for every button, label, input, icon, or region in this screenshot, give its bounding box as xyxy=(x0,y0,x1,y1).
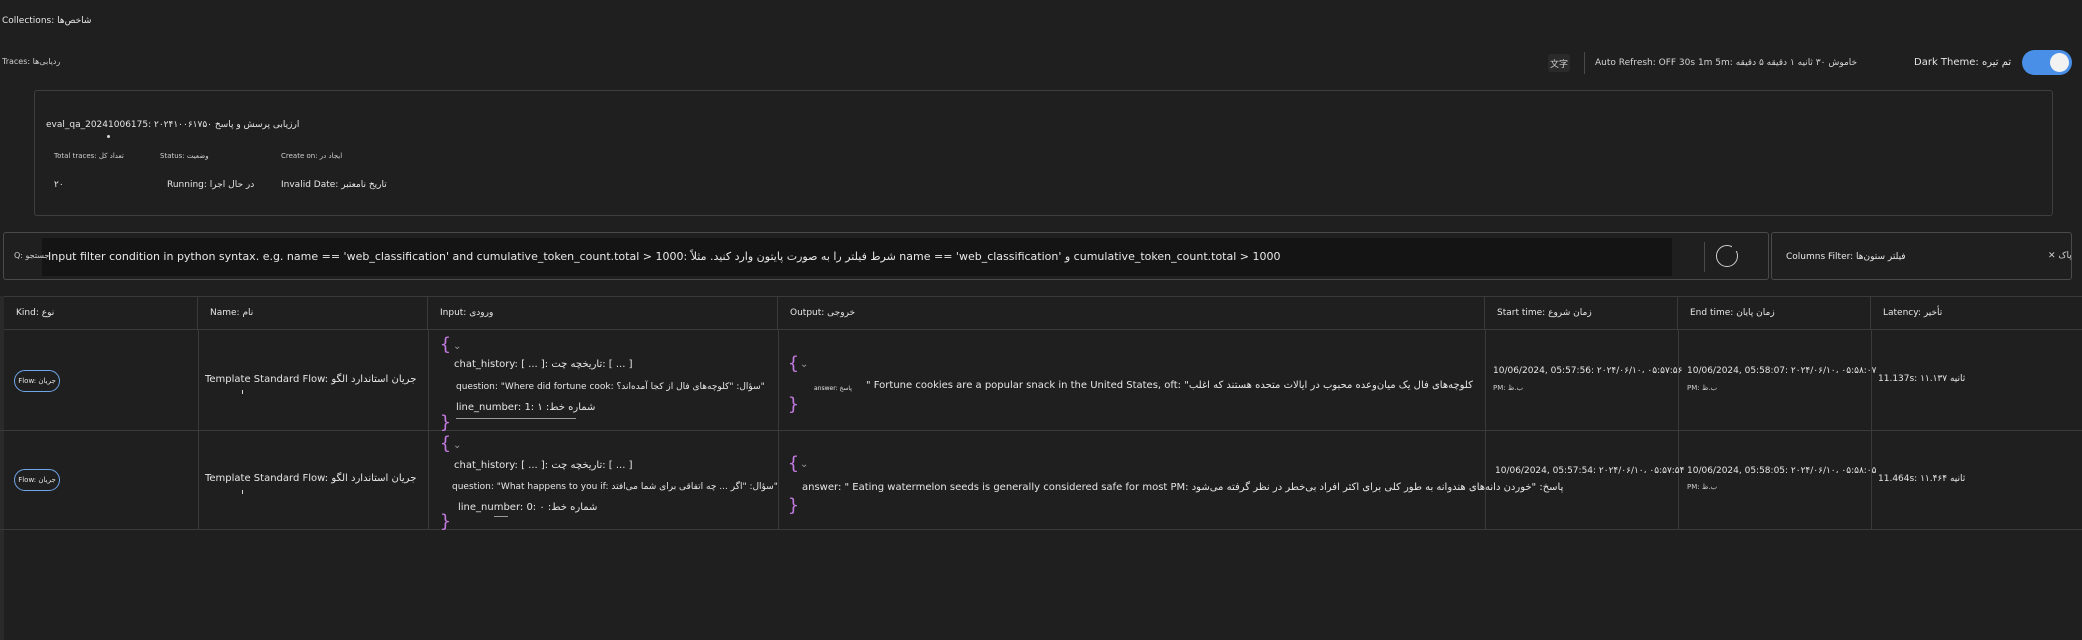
column-header-end-time[interactable]: End time: زمان پایان xyxy=(1678,296,1871,330)
input-line-number: line_number: 0: شماره خط: ۰ xyxy=(458,502,598,513)
column-header-label: Kind: نوع xyxy=(16,308,55,318)
row-divider xyxy=(0,430,2082,431)
kind-badge: Flow: جریان xyxy=(14,370,60,392)
column-header-label: Input: ورودی xyxy=(440,308,494,318)
status-value: Running: در حال اجرا xyxy=(167,180,255,190)
trace-name[interactable]: Template Standard Flow: جریان استاندارد … xyxy=(205,473,416,484)
json-close-brace: } xyxy=(440,412,451,433)
json-open-brace: { xyxy=(440,334,451,355)
name-cursor xyxy=(242,490,243,494)
run-indicator xyxy=(107,135,110,138)
input-chat-history: chat_history: [ ... ]: تاریخچه چت: [ ...… xyxy=(454,460,633,471)
end-time-ampm: PM: ب.ظ xyxy=(1687,483,1718,491)
toolbar: 文字 Auto Refresh: OFF 30s 1m 5m: خاموش ۳۰… xyxy=(1548,50,1857,76)
dark-theme-label: Dark Theme: تم تیره xyxy=(1914,57,2012,68)
column-header-name[interactable]: Name: نام xyxy=(198,296,428,330)
kind-badge: Flow: جریان xyxy=(14,469,60,491)
json-open-brace: { xyxy=(788,353,799,374)
dark-theme-toggle[interactable] xyxy=(2022,50,2072,75)
filter-placeholder: Input filter condition in python syntax.… xyxy=(48,250,1281,263)
status-label: Status: وضعیت xyxy=(160,152,209,160)
input-chat-history: chat_history: [ ... ]: تاریخچه چت: [ ...… xyxy=(454,359,633,370)
column-header-label: Latency: تأخیر xyxy=(1883,308,1943,318)
toggle-knob xyxy=(2050,53,2069,72)
input-question: question: "Where did fortune cook: سؤال:… xyxy=(456,382,765,392)
column-header-label: Name: نام xyxy=(210,308,254,318)
language-button[interactable]: 文字 xyxy=(1548,54,1570,72)
chevron-down-icon[interactable]: ⌄ xyxy=(453,341,461,352)
columns-filter-label: Columns Filter: فیلتر ستون‌ها xyxy=(1786,252,1906,262)
output-answer: " Fortune cookies are a popular snack in… xyxy=(866,380,1473,391)
start-time-ampm: PM: ب.ظ xyxy=(1493,384,1524,392)
traces-tab[interactable]: Traces: ردیابی‌ها xyxy=(2,57,60,66)
start-time: 10/06/2024, 05:57:56: ۲۰۲۴/۰۶/۱۰، ۰۵:۵۷:… xyxy=(1493,366,1683,376)
auto-refresh-selector[interactable]: Auto Refresh: OFF 30s 1m 5m: خاموش ۳۰ ثا… xyxy=(1595,58,1857,68)
output-key: answer: پاسخ xyxy=(814,385,852,392)
column-header-kind[interactable]: Kind: نوع xyxy=(4,296,198,330)
filter-divider xyxy=(1704,242,1705,272)
column-header-label: End time: زمان پایان xyxy=(1690,308,1775,318)
latency: 11.464s: ۱۱.۴۶۴ ثانیه xyxy=(1878,474,1966,484)
json-open-brace: { xyxy=(440,433,451,454)
search-icon: Q: جستجو xyxy=(14,251,50,260)
create-on-label: Create on: ایجاد در xyxy=(281,152,343,160)
chevron-down-icon[interactable]: ⌄ xyxy=(800,359,808,370)
table-left-border xyxy=(0,296,4,640)
column-header-latency[interactable]: Latency: تأخیر xyxy=(1871,296,2082,330)
end-time: 10/06/2024, 05:58:05: ۲۰۲۴/۰۶/۱۰، ۰۵:۵۸:… xyxy=(1687,466,1877,476)
row-divider xyxy=(0,529,2082,530)
chevron-down-icon[interactable]: ⌄ xyxy=(800,459,808,470)
chevron-down-icon[interactable]: ⌄ xyxy=(453,440,461,451)
end-time-ampm: PM: ب.ظ xyxy=(1687,384,1718,392)
column-header-start-time[interactable]: Start time: زمان شروع xyxy=(1485,296,1678,330)
column-header-label: Start time: زمان شروع xyxy=(1497,308,1592,318)
trace-name[interactable]: Template Standard Flow: جریان استاندارد … xyxy=(205,374,416,385)
input-line-number: line_number: 1: شماره خط: ۱ xyxy=(456,402,596,413)
toolbar-divider xyxy=(1584,52,1585,74)
end-time: 10/06/2024, 05:58:07: ۲۰۲۴/۰۶/۱۰، ۰۵:۵۸:… xyxy=(1687,366,1877,376)
input-question: question: "What happens to you if: سؤال:… xyxy=(452,482,778,492)
column-header-input[interactable]: Input: ورودی xyxy=(428,296,778,330)
column-header-label: Output: خروجی xyxy=(790,308,856,318)
auto-refresh-label: Auto Refresh: OFF 30s 1m 5m: خاموش ۳۰ ثا… xyxy=(1595,58,1858,68)
json-close-brace: } xyxy=(788,394,799,415)
run-name: eval_qa_20241006175: ۲۰۲۴۱۰۰۶۱۷۵۰ ارزیاب… xyxy=(46,120,300,130)
create-on-value: Invalid Date: تاریخ نامعتبر xyxy=(281,180,387,190)
total-traces-value: ۲۰ xyxy=(54,180,64,190)
json-open-brace: { xyxy=(788,453,799,474)
latency: 11.137s: ۱۱.۱۳۷ ثانیه xyxy=(1878,374,1966,384)
refresh-icon[interactable] xyxy=(1716,244,1739,267)
json-close-brace: } xyxy=(788,495,799,516)
column-header-output[interactable]: Output: خروجی xyxy=(778,296,1485,330)
clear-columns-icon[interactable]: ✕ پاک xyxy=(2048,251,2072,261)
collections-label: Collections: شاخص‌ها xyxy=(2,16,92,26)
json-close-brace: } xyxy=(440,511,451,532)
total-traces-label: Total traces: تعداد کل xyxy=(54,152,124,160)
name-cursor xyxy=(242,390,243,394)
input-underline xyxy=(494,516,508,517)
input-underline xyxy=(456,418,576,419)
output-answer: answer: " Eating watermelon seeds is gen… xyxy=(802,482,1564,493)
start-time: 10/06/2024, 05:57:54: ۲۰۲۴/۰۶/۱۰، ۰۵:۵۷:… xyxy=(1495,466,1685,476)
